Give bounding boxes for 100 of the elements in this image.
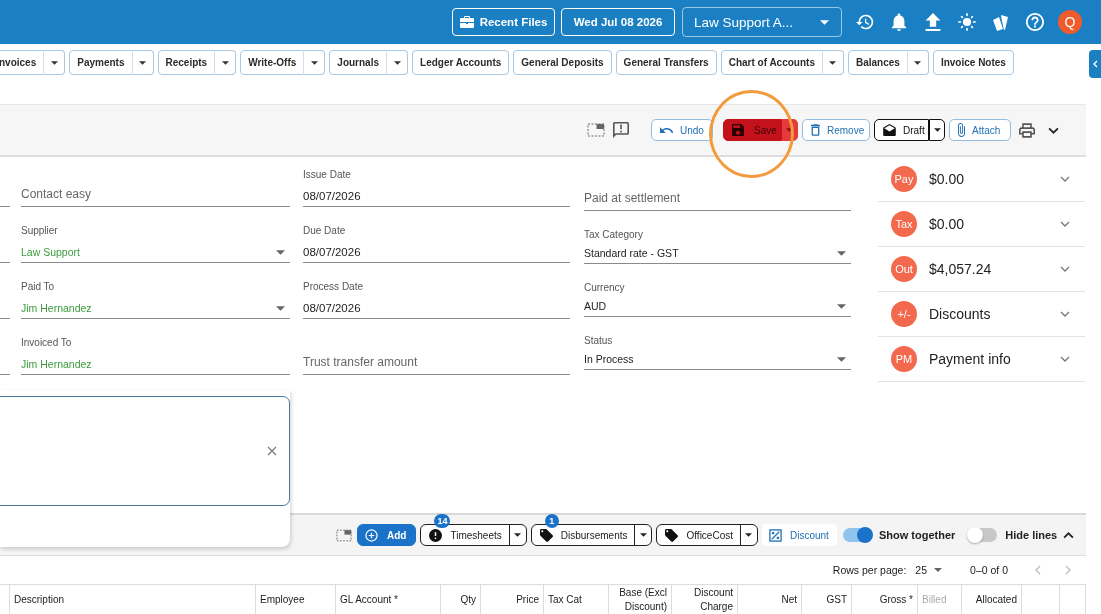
close-icon[interactable] — [267, 446, 277, 456]
chevron-down-icon — [1060, 356, 1070, 362]
chevron-down-icon[interactable] — [1048, 126, 1059, 134]
select-icon[interactable] — [336, 528, 352, 542]
summary-badge: Out — [891, 256, 917, 282]
text-field[interactable]: Trust transfer amount — [303, 350, 570, 375]
caret-icon — [837, 356, 846, 362]
select-field[interactable]: In Process — [584, 349, 851, 370]
upload-icon[interactable] — [924, 13, 942, 31]
help-icon[interactable] — [1026, 13, 1044, 31]
draft-button[interactable]: Draft — [874, 119, 929, 141]
rows-per-page-select[interactable]: 25 — [915, 564, 943, 576]
add-button[interactable]: Add — [357, 524, 417, 546]
caret-icon — [50, 60, 58, 65]
select-field[interactable]: Standard rate - GST — [584, 243, 851, 264]
save-icon — [732, 124, 744, 136]
tag-button[interactable]: OfficeCost — [656, 524, 741, 546]
nav-button[interactable]: Journals — [329, 50, 388, 75]
text-field[interactable]: 08/07/2026 — [303, 298, 570, 319]
dropdown-button[interactable] — [929, 119, 945, 141]
caret-icon — [393, 60, 401, 65]
select-icon[interactable] — [587, 123, 605, 137]
accordion-header[interactable]: Tax $0.00 — [878, 202, 1085, 247]
chevron-left-icon — [1092, 60, 1098, 68]
timesheets-button[interactable]: Timesheets — [420, 524, 510, 546]
caret-icon — [276, 249, 285, 255]
nav-button[interactable]: nvoices — [0, 50, 45, 75]
caret-icon — [837, 250, 846, 256]
printer-icon[interactable] — [1019, 122, 1035, 138]
text-area-field[interactable] — [0, 396, 290, 506]
caret-icon — [640, 533, 647, 537]
accordion-header[interactable]: +/- Discounts — [878, 292, 1085, 337]
text-field[interactable]: 08/07/2026 — [303, 186, 570, 207]
discount-button[interactable]: Discount — [762, 524, 837, 546]
field-label: Paid To — [21, 281, 55, 293]
date-button[interactable]: Wed Jul 08 2026 — [561, 8, 675, 36]
caret-icon — [276, 305, 285, 311]
chevron-down-icon — [1060, 176, 1070, 182]
chevron-right-icon — [1065, 565, 1071, 575]
nav-button[interactable]: Payments — [69, 50, 133, 75]
nav-button[interactable]: General Transfers — [615, 50, 717, 75]
percent-icon — [769, 528, 782, 542]
nav-button[interactable]: Write-Offs — [240, 50, 305, 75]
undo-button[interactable]: Undo — [651, 119, 713, 141]
toggle-label: Hide lines — [1005, 529, 1058, 541]
column-header: Qty — [441, 585, 481, 614]
text-field[interactable]: Paid at settlement — [584, 186, 851, 211]
column-header: Billed — [918, 585, 962, 614]
accordion-header[interactable]: Out $4,057.24 — [878, 247, 1085, 292]
column-header: GST — [802, 585, 852, 614]
attach-button[interactable]: Attach — [949, 119, 1011, 141]
column-header: Base (Excl Discount) — [609, 585, 672, 614]
column-header: Allocated — [962, 585, 1022, 614]
toggle-switch[interactable] — [969, 528, 998, 542]
chevron-down-icon — [1060, 311, 1070, 317]
chevron-down-icon — [1060, 221, 1070, 227]
caret-icon — [914, 60, 922, 65]
sun-icon[interactable] — [958, 13, 976, 31]
toggle-switch[interactable] — [842, 528, 871, 542]
undo-icon — [660, 126, 673, 134]
nav-button[interactable]: Balances — [847, 50, 908, 75]
tag-button[interactable]: Disbursements — [530, 524, 636, 546]
summary-badge: Tax — [891, 211, 917, 237]
comment-alert-icon[interactable] — [613, 122, 629, 138]
caret-icon — [514, 533, 522, 537]
caret-icon — [310, 60, 318, 65]
select-field[interactable]: Jim Hernandez — [21, 298, 290, 319]
field-label: Tax Category — [584, 229, 643, 241]
select-field[interactable]: Law Support — [21, 242, 290, 263]
panel-toggle-button[interactable] — [1089, 50, 1101, 78]
column-header: Description — [10, 585, 256, 614]
cards-icon[interactable] — [992, 13, 1010, 31]
tag-icon — [539, 528, 553, 542]
remove-button[interactable]: Remove — [802, 119, 870, 141]
nav-button[interactable]: Invoice Notes — [932, 50, 1014, 75]
history-icon[interactable] — [856, 13, 874, 31]
briefcase-icon — [459, 16, 474, 28]
nav-button[interactable]: Ledger Accounts — [412, 50, 510, 75]
nav-button[interactable]: Chart of Accounts — [720, 50, 823, 75]
text-field[interactable]: 08/07/2026 — [303, 242, 570, 263]
caret-icon — [933, 128, 941, 132]
field-label: Supplier — [21, 225, 58, 237]
accordion-header[interactable]: Pay $0.00 — [878, 157, 1085, 202]
toggle-label: Show together — [878, 529, 956, 541]
caret-icon — [820, 19, 829, 25]
dropdown-button[interactable] — [634, 524, 653, 546]
column-header: Price — [481, 585, 544, 614]
select-field[interactable]: AUD — [584, 296, 851, 317]
summary-badge: PM — [891, 346, 917, 372]
text-field[interactable]: Jim Hernandez — [21, 354, 290, 375]
recent-files-button[interactable]: Recent Files — [452, 8, 555, 36]
count-badge: 14 — [434, 514, 451, 528]
bell-icon[interactable] — [890, 13, 908, 31]
nav-button[interactable]: Receipts — [157, 50, 216, 75]
accordion-header[interactable]: PM Payment info — [878, 337, 1085, 382]
chevron-up-icon[interactable] — [1063, 531, 1075, 539]
text-field[interactable]: Contact easy — [21, 182, 290, 207]
workspace-select[interactable]: Law Support A... — [682, 7, 842, 37]
caret-icon — [829, 60, 837, 65]
nav-button[interactable]: General Deposits — [513, 50, 612, 75]
